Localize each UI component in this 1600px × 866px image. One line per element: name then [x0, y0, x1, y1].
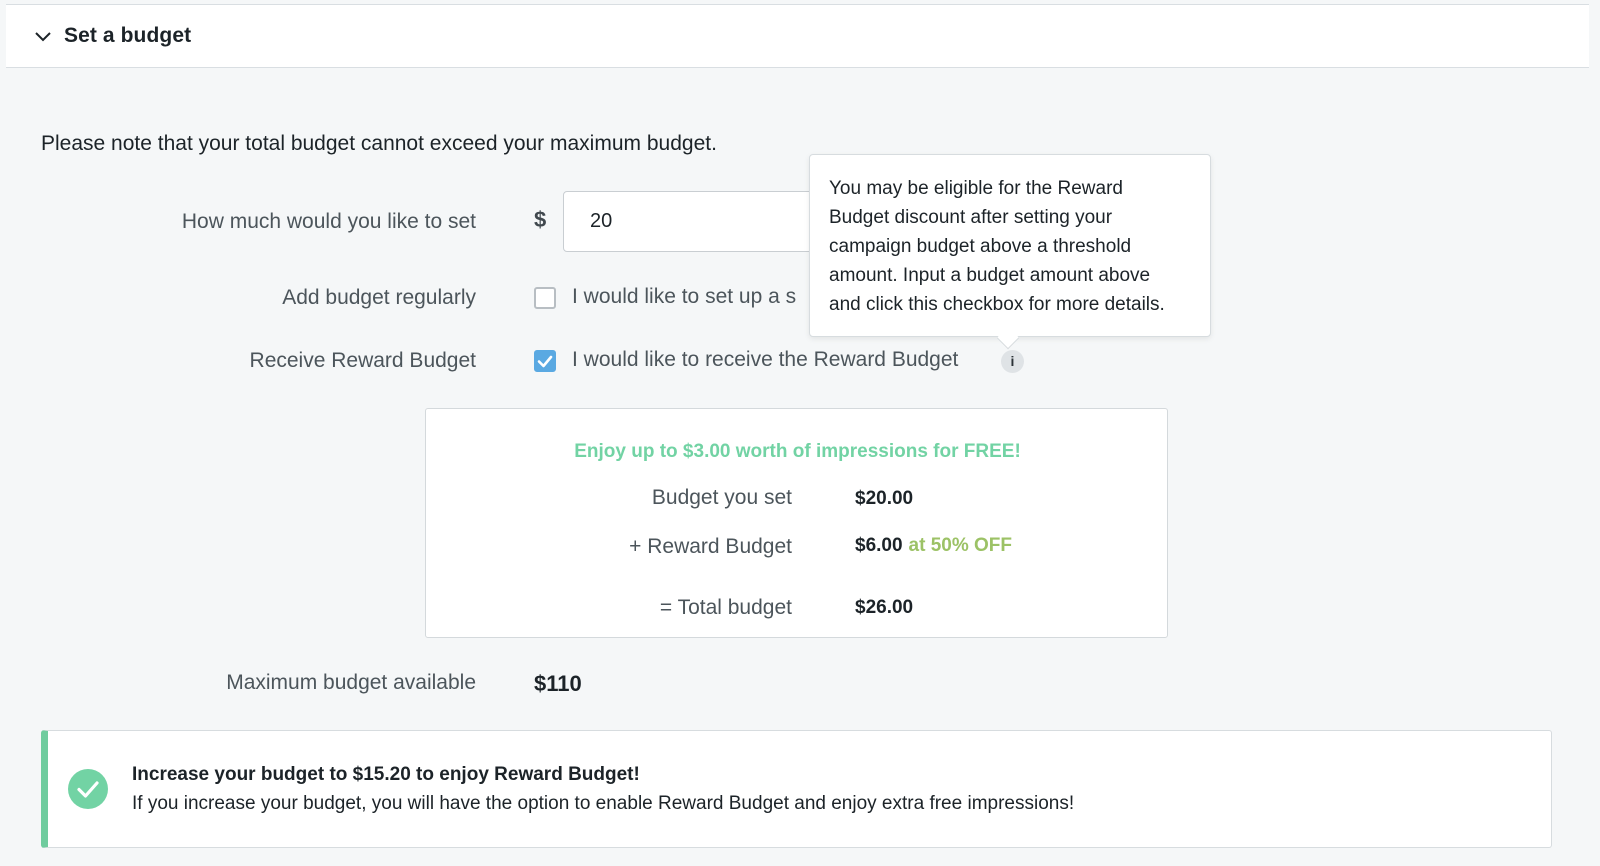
total-budget-value: $26.00 [855, 597, 914, 618]
tooltip-line: and click this checkbox for more details… [829, 294, 1165, 315]
chevron-down-icon[interactable] [34, 27, 52, 45]
budget-page: Set a budget Please note that your total… [0, 0, 1600, 866]
reward-discount-text: at 50% OFF [908, 535, 1013, 556]
section-title: Set a budget [64, 24, 192, 47]
tooltip-line: You may be eligible for the Reward [829, 178, 1123, 199]
amount-label: How much would you like to set [181, 210, 476, 233]
reward-alert: Increase your budget to $15.20 to enjoy … [41, 730, 1552, 848]
reward-promo-text: Enjoy up to $3.00 worth of impressions f… [574, 441, 1021, 462]
reward-tooltip: You may be eligible for the Reward Budge… [809, 154, 1211, 337]
recurring-checkbox-text[interactable]: I would like to set up a s [572, 285, 812, 309]
currency-symbol: $ [534, 207, 547, 232]
reward-checkbox[interactable] [534, 350, 556, 372]
reward-budget-label: + Reward Budget [629, 535, 792, 558]
recurring-label: Add budget regularly [282, 286, 476, 309]
reward-budget-value-row: $6.00 at 50% OFF [855, 535, 1012, 557]
reward-summary-box: Enjoy up to $3.00 worth of impressions f… [425, 408, 1168, 638]
tooltip-line: Budget discount after setting your [829, 207, 1113, 228]
reward-label: Receive Reward Budget [249, 349, 476, 372]
budget-note: Please note that your total budget canno… [41, 132, 717, 155]
budget-set-label: Budget you set [651, 486, 792, 509]
max-budget-label: Maximum budget available [226, 671, 476, 694]
budget-set-value: $20.00 [855, 488, 914, 509]
max-budget-value: $110 [534, 671, 582, 696]
section-header[interactable]: Set a budget [6, 4, 1589, 68]
tooltip-line: campaign budget above a threshold [829, 236, 1132, 257]
reward-budget-value: $6.00 [855, 535, 903, 556]
checkmark-icon [537, 355, 553, 368]
tooltip-line: amount. Input a budget amount above [829, 265, 1151, 286]
recurring-checkbox[interactable] [534, 287, 556, 309]
total-budget-label: = Total budget [659, 596, 792, 619]
reward-checkbox-text[interactable]: I would like to receive the Reward Budge… [572, 348, 958, 372]
info-icon[interactable]: i [1001, 350, 1024, 373]
check-circle-icon [68, 769, 108, 809]
alert-body: If you increase your budget, you will ha… [132, 793, 1075, 814]
alert-title: Increase your budget to $15.20 to enjoy … [132, 764, 640, 785]
